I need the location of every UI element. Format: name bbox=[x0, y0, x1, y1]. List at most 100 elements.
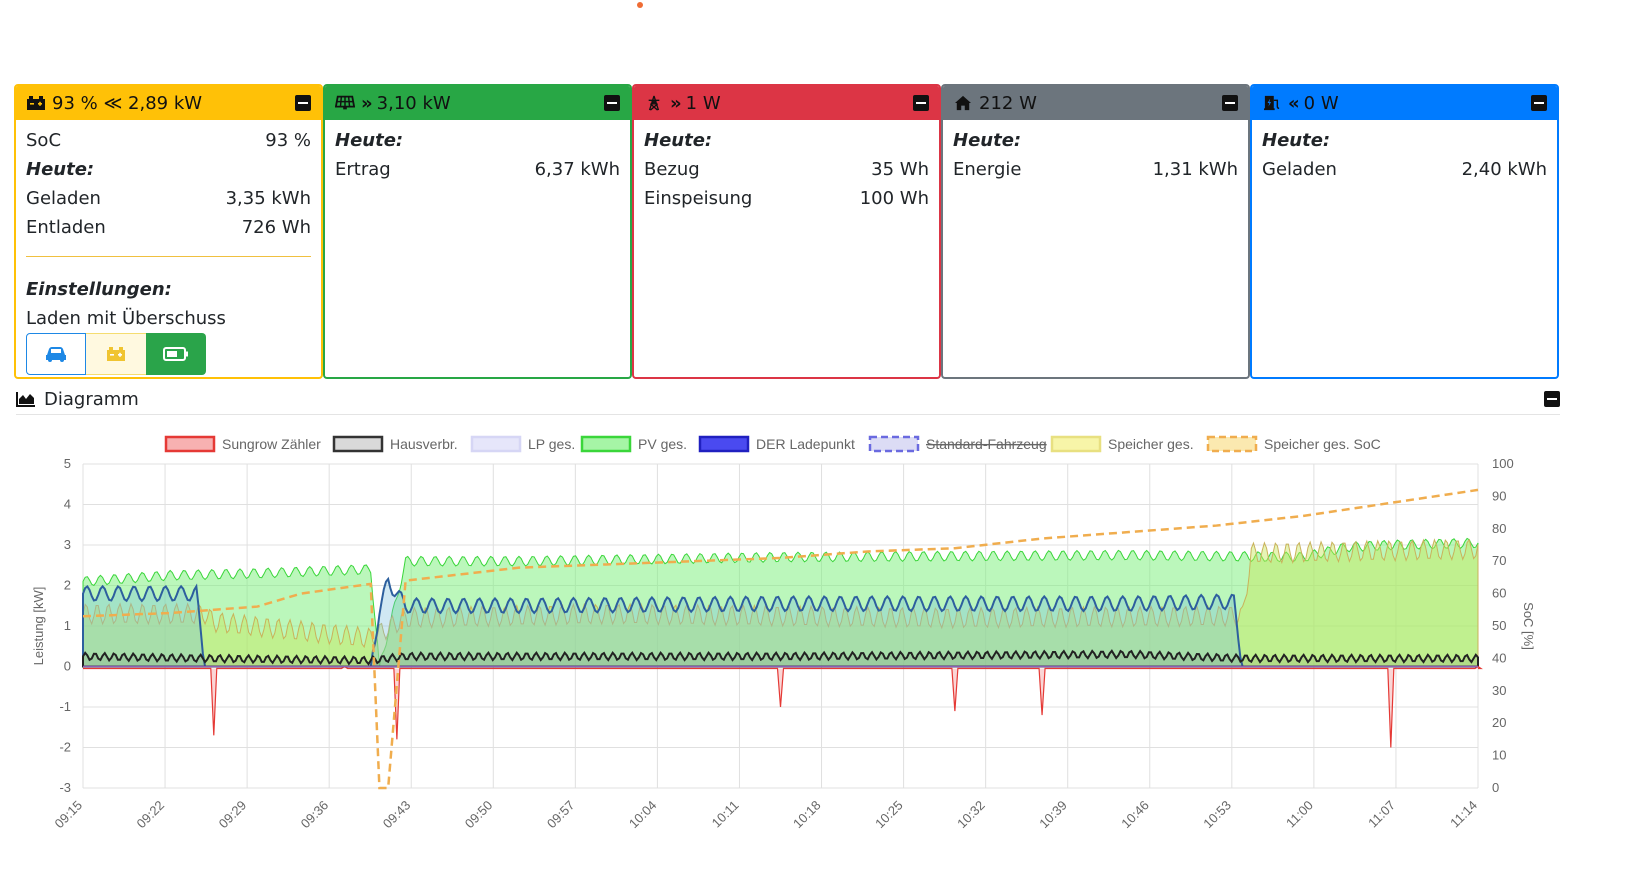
legend-swatch bbox=[1206, 435, 1258, 453]
legend-item[interactable]: LP ges. bbox=[470, 435, 575, 453]
minus-square-icon[interactable] bbox=[1531, 95, 1547, 111]
legend-item[interactable]: Sungrow Zähler bbox=[164, 435, 321, 453]
charge-card-header[interactable]: « 0 W bbox=[1252, 86, 1557, 120]
mode-surplus-button[interactable] bbox=[146, 333, 206, 375]
y-axis-label: Leistung [kW] bbox=[31, 587, 46, 666]
einstellungen-heading: Einstellungen: bbox=[26, 279, 172, 300]
battery-card-header[interactable]: 93 % ≪ 2,89 kW bbox=[16, 86, 321, 120]
x-tick-label: 10:25 bbox=[872, 798, 906, 832]
house-card-header[interactable]: 212 W bbox=[943, 86, 1248, 120]
legend-item[interactable]: DER Ladepunkt bbox=[698, 435, 855, 453]
x-tick-label: 09:29 bbox=[216, 798, 250, 832]
battery-half-icon bbox=[163, 347, 188, 361]
charge-geladen-label: Geladen bbox=[1262, 159, 1337, 180]
pv-card-header[interactable]: » 3,10 kW bbox=[325, 86, 630, 120]
legend-swatch bbox=[332, 435, 384, 453]
grid-einspeisung-value: 100 Wh bbox=[859, 188, 929, 209]
battery-header-text: 93 % ≪ 2,89 kW bbox=[52, 92, 203, 114]
legend-label: Speicher ges. bbox=[1108, 436, 1194, 452]
y-tick-label: -3 bbox=[59, 780, 71, 795]
legend-swatch bbox=[868, 435, 920, 453]
legend-item[interactable]: Speicher ges. SoC bbox=[1206, 435, 1381, 453]
x-tick-label: 09:57 bbox=[544, 798, 578, 832]
legend-swatch bbox=[164, 435, 216, 453]
pv-header-text: 3,10 kW bbox=[376, 92, 451, 114]
charge-heute-heading: Heute: bbox=[1262, 130, 1331, 151]
x-tick-label: 09:15 bbox=[52, 798, 86, 832]
battery-card: 93 % ≪ 2,89 kW SoC 93 % Heute: Geladen 3,3… bbox=[14, 84, 323, 379]
legend-item[interactable]: Standard-Fahrzeug bbox=[868, 435, 1047, 453]
x-tick-label: 11:14 bbox=[1447, 798, 1480, 831]
y-tick-label: 5 bbox=[64, 456, 71, 471]
status-dot bbox=[637, 2, 643, 8]
grid-card-header[interactable]: » 1 W bbox=[634, 86, 939, 120]
legend-label: LP ges. bbox=[528, 436, 575, 452]
grid-bezug-label: Bezug bbox=[644, 159, 700, 180]
home-icon bbox=[955, 95, 971, 111]
y2-tick-label: 40 bbox=[1492, 650, 1506, 665]
minus-square-icon[interactable] bbox=[604, 95, 620, 111]
x-tick-label: 10:18 bbox=[790, 798, 824, 832]
pv-ertrag-value: 6,37 kWh bbox=[534, 159, 620, 180]
minus-square-icon[interactable] bbox=[1544, 391, 1560, 407]
y2-tick-label: 10 bbox=[1492, 748, 1506, 763]
y2-tick-label: 50 bbox=[1492, 618, 1506, 633]
legend-swatch bbox=[1050, 435, 1102, 453]
diagram-header[interactable]: Diagramm bbox=[16, 384, 1560, 415]
x-tick-label: 09:43 bbox=[380, 798, 414, 832]
energy-chart: 543210-1-2-3100908070605040302010009:15 0… bbox=[31, 435, 1536, 832]
mode-battery-button[interactable] bbox=[86, 333, 146, 375]
y2-tick-label: 30 bbox=[1492, 683, 1506, 698]
y2-axis-label: SoC [%] bbox=[1521, 602, 1536, 650]
y2-tick-label: 70 bbox=[1492, 553, 1506, 568]
y2-tick-label: 100 bbox=[1492, 456, 1514, 471]
y-tick-label: -2 bbox=[59, 740, 71, 755]
x-tick-label: 09:36 bbox=[298, 798, 332, 832]
legend-label: Hausverbr. bbox=[390, 436, 458, 452]
y-tick-label: 1 bbox=[64, 618, 71, 633]
minus-square-icon[interactable] bbox=[1222, 95, 1238, 111]
chevrons-right-icon: » bbox=[361, 92, 373, 114]
diagram-title: Diagramm bbox=[44, 388, 139, 410]
soc-label: SoC bbox=[26, 130, 62, 151]
solar-panel-icon bbox=[335, 95, 355, 110]
y2-tick-label: 90 bbox=[1492, 488, 1506, 503]
x-tick-label: 10:53 bbox=[1200, 798, 1234, 832]
battery-mode-text: Laden mit Überschuss bbox=[26, 308, 226, 329]
x-tick-label: 10:04 bbox=[626, 798, 660, 832]
y-tick-label: 2 bbox=[64, 578, 71, 593]
charge-card: « 0 W Heute: Geladen 2,40 kWh bbox=[1250, 84, 1559, 379]
y-tick-label: 0 bbox=[64, 659, 71, 674]
battery-geladen-value: 3,35 kWh bbox=[225, 188, 311, 209]
legend-item[interactable]: Hausverbr. bbox=[332, 435, 458, 453]
minus-square-icon[interactable] bbox=[913, 95, 929, 111]
x-tick-label: 10:39 bbox=[1036, 798, 1070, 832]
x-tick-label: 09:22 bbox=[134, 798, 168, 832]
car-battery-icon bbox=[27, 96, 45, 110]
house-heute-heading: Heute: bbox=[953, 130, 1022, 151]
charge-header-text: 0 W bbox=[1303, 92, 1339, 114]
y-tick-label: 4 bbox=[64, 497, 71, 512]
legend-item[interactable]: PV ges. bbox=[580, 435, 687, 453]
legend-label: DER Ladepunkt bbox=[756, 436, 855, 452]
x-tick-label: 10:46 bbox=[1118, 798, 1152, 832]
pv-ertrag-label: Ertrag bbox=[335, 159, 391, 180]
pv-heute-heading: Heute: bbox=[335, 130, 404, 151]
y-tick-label: 3 bbox=[64, 537, 71, 552]
grid-einspeisung-label: Einspeisung bbox=[644, 188, 753, 209]
legend-swatch bbox=[698, 435, 750, 453]
legend-item[interactable]: Speicher ges. bbox=[1050, 435, 1194, 453]
car-icon bbox=[46, 347, 66, 362]
battery-mode-buttons bbox=[26, 333, 311, 375]
grid-bezug-value: 35 Wh bbox=[871, 159, 929, 180]
minus-square-icon[interactable] bbox=[295, 95, 311, 111]
house-header-text: 212 W bbox=[979, 92, 1037, 114]
y2-tick-label: 0 bbox=[1492, 780, 1499, 795]
legend-label: Speicher ges. SoC bbox=[1264, 436, 1381, 452]
house-card: 212 W Heute: Energie 1,31 kWh bbox=[941, 84, 1250, 379]
grid-heute-heading: Heute: bbox=[644, 130, 713, 151]
x-tick-label: 11:07 bbox=[1365, 798, 1398, 831]
battery-heute-heading: Heute: bbox=[26, 159, 95, 180]
charge-geladen-value: 2,40 kWh bbox=[1461, 159, 1547, 180]
mode-car-button[interactable] bbox=[26, 333, 86, 375]
